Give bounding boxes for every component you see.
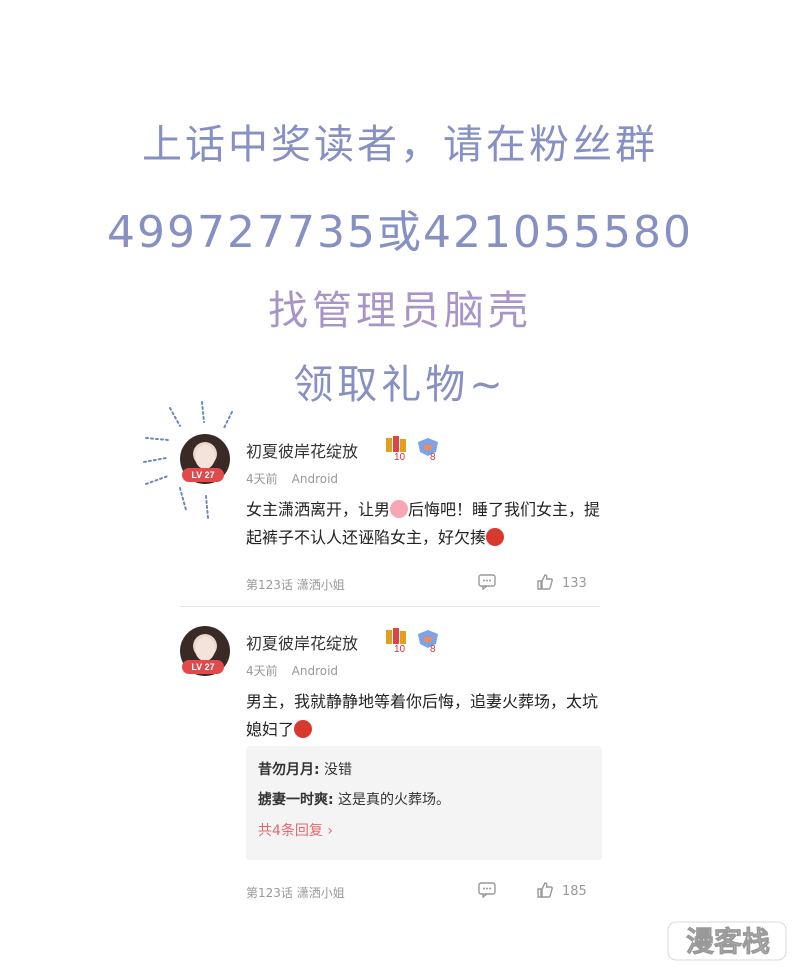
reply-item: 昔勿月月: 没错	[258, 760, 590, 780]
device: Android	[291, 472, 339, 486]
reply-user[interactable]: 昔勿月月:	[258, 762, 320, 778]
reply-text: 没错	[319, 762, 353, 778]
chapter-link[interactable]: 第123话 潇洒小姐	[246, 576, 345, 593]
thumbs-up-icon[interactable]	[536, 573, 554, 591]
like-count: 133	[562, 576, 587, 591]
username[interactable]: 初夏彼岸花绽放	[246, 438, 358, 462]
angry-emoji-icon	[294, 720, 313, 738]
reply-user[interactable]: 掳妻一时爽:	[258, 792, 334, 808]
promo-line-4: 领取礼物~	[293, 362, 507, 408]
promo-line-3: 找管理员脑壳	[268, 288, 532, 334]
comment-text: 男主，我就静静地等着你后悔，追妻火葬场，太坑媳妇了	[246, 688, 602, 744]
level-badge: LV 27	[182, 660, 224, 674]
comment-text-part-1: 女主潇洒离开，让男	[246, 500, 391, 519]
divider	[180, 606, 600, 607]
comment-text: 女主潇洒离开，让男 后悔吧！睡了我们女主，提起裤子不认人还诬陷女主，好欠揍	[246, 496, 602, 552]
fan-badge-icon: 8	[418, 438, 438, 462]
comment-meta: 4天前 Android	[246, 662, 338, 679]
time: 4天前	[246, 472, 278, 486]
comment-icon[interactable]	[478, 574, 496, 590]
angry-emoji-icon	[486, 528, 505, 546]
watermark-text: 漫客栈	[686, 925, 770, 958]
badge-2-number: 8	[430, 644, 436, 654]
fan-badge-icon: 8	[418, 630, 438, 654]
level-badge: LV 27	[182, 468, 224, 482]
badge-1-number: 10	[394, 644, 406, 654]
username[interactable]: 初夏彼岸花绽放	[246, 630, 358, 654]
pig-emoji-icon	[390, 500, 409, 518]
comment-meta: 4天前 Android	[246, 470, 338, 487]
time: 4天前	[246, 664, 278, 678]
watermark-logo: 漫客栈	[667, 921, 787, 961]
promo-line-2: 499727735或421055580	[107, 207, 693, 258]
badge-2-number: 8	[430, 452, 436, 462]
medal-badge-icon: 10	[386, 436, 406, 462]
reply-box: 昔勿月月: 没错 掳妻一时爽: 这是真的火葬场。 共4条回复 ›	[246, 746, 602, 860]
device: Android	[291, 664, 339, 678]
chevron-right-icon: ›	[327, 823, 333, 839]
reply-item: 掳妻一时爽: 这是真的火葬场。	[258, 790, 590, 810]
chapter-link[interactable]: 第123话 潇洒小姐	[246, 884, 345, 901]
more-replies-label: 共4条回复	[258, 823, 323, 839]
thumbs-up-icon[interactable]	[536, 881, 554, 899]
more-replies-link[interactable]: 共4条回复 ›	[258, 820, 590, 840]
badge-1-number: 10	[394, 452, 406, 462]
reply-text: 这是真的火葬场。	[333, 792, 451, 808]
like-count: 185	[562, 884, 587, 899]
comment-icon[interactable]	[478, 882, 496, 898]
medal-badge-icon: 10	[386, 628, 406, 654]
promo-line-1: 上话中奖读者，请在粉丝群	[142, 122, 658, 168]
